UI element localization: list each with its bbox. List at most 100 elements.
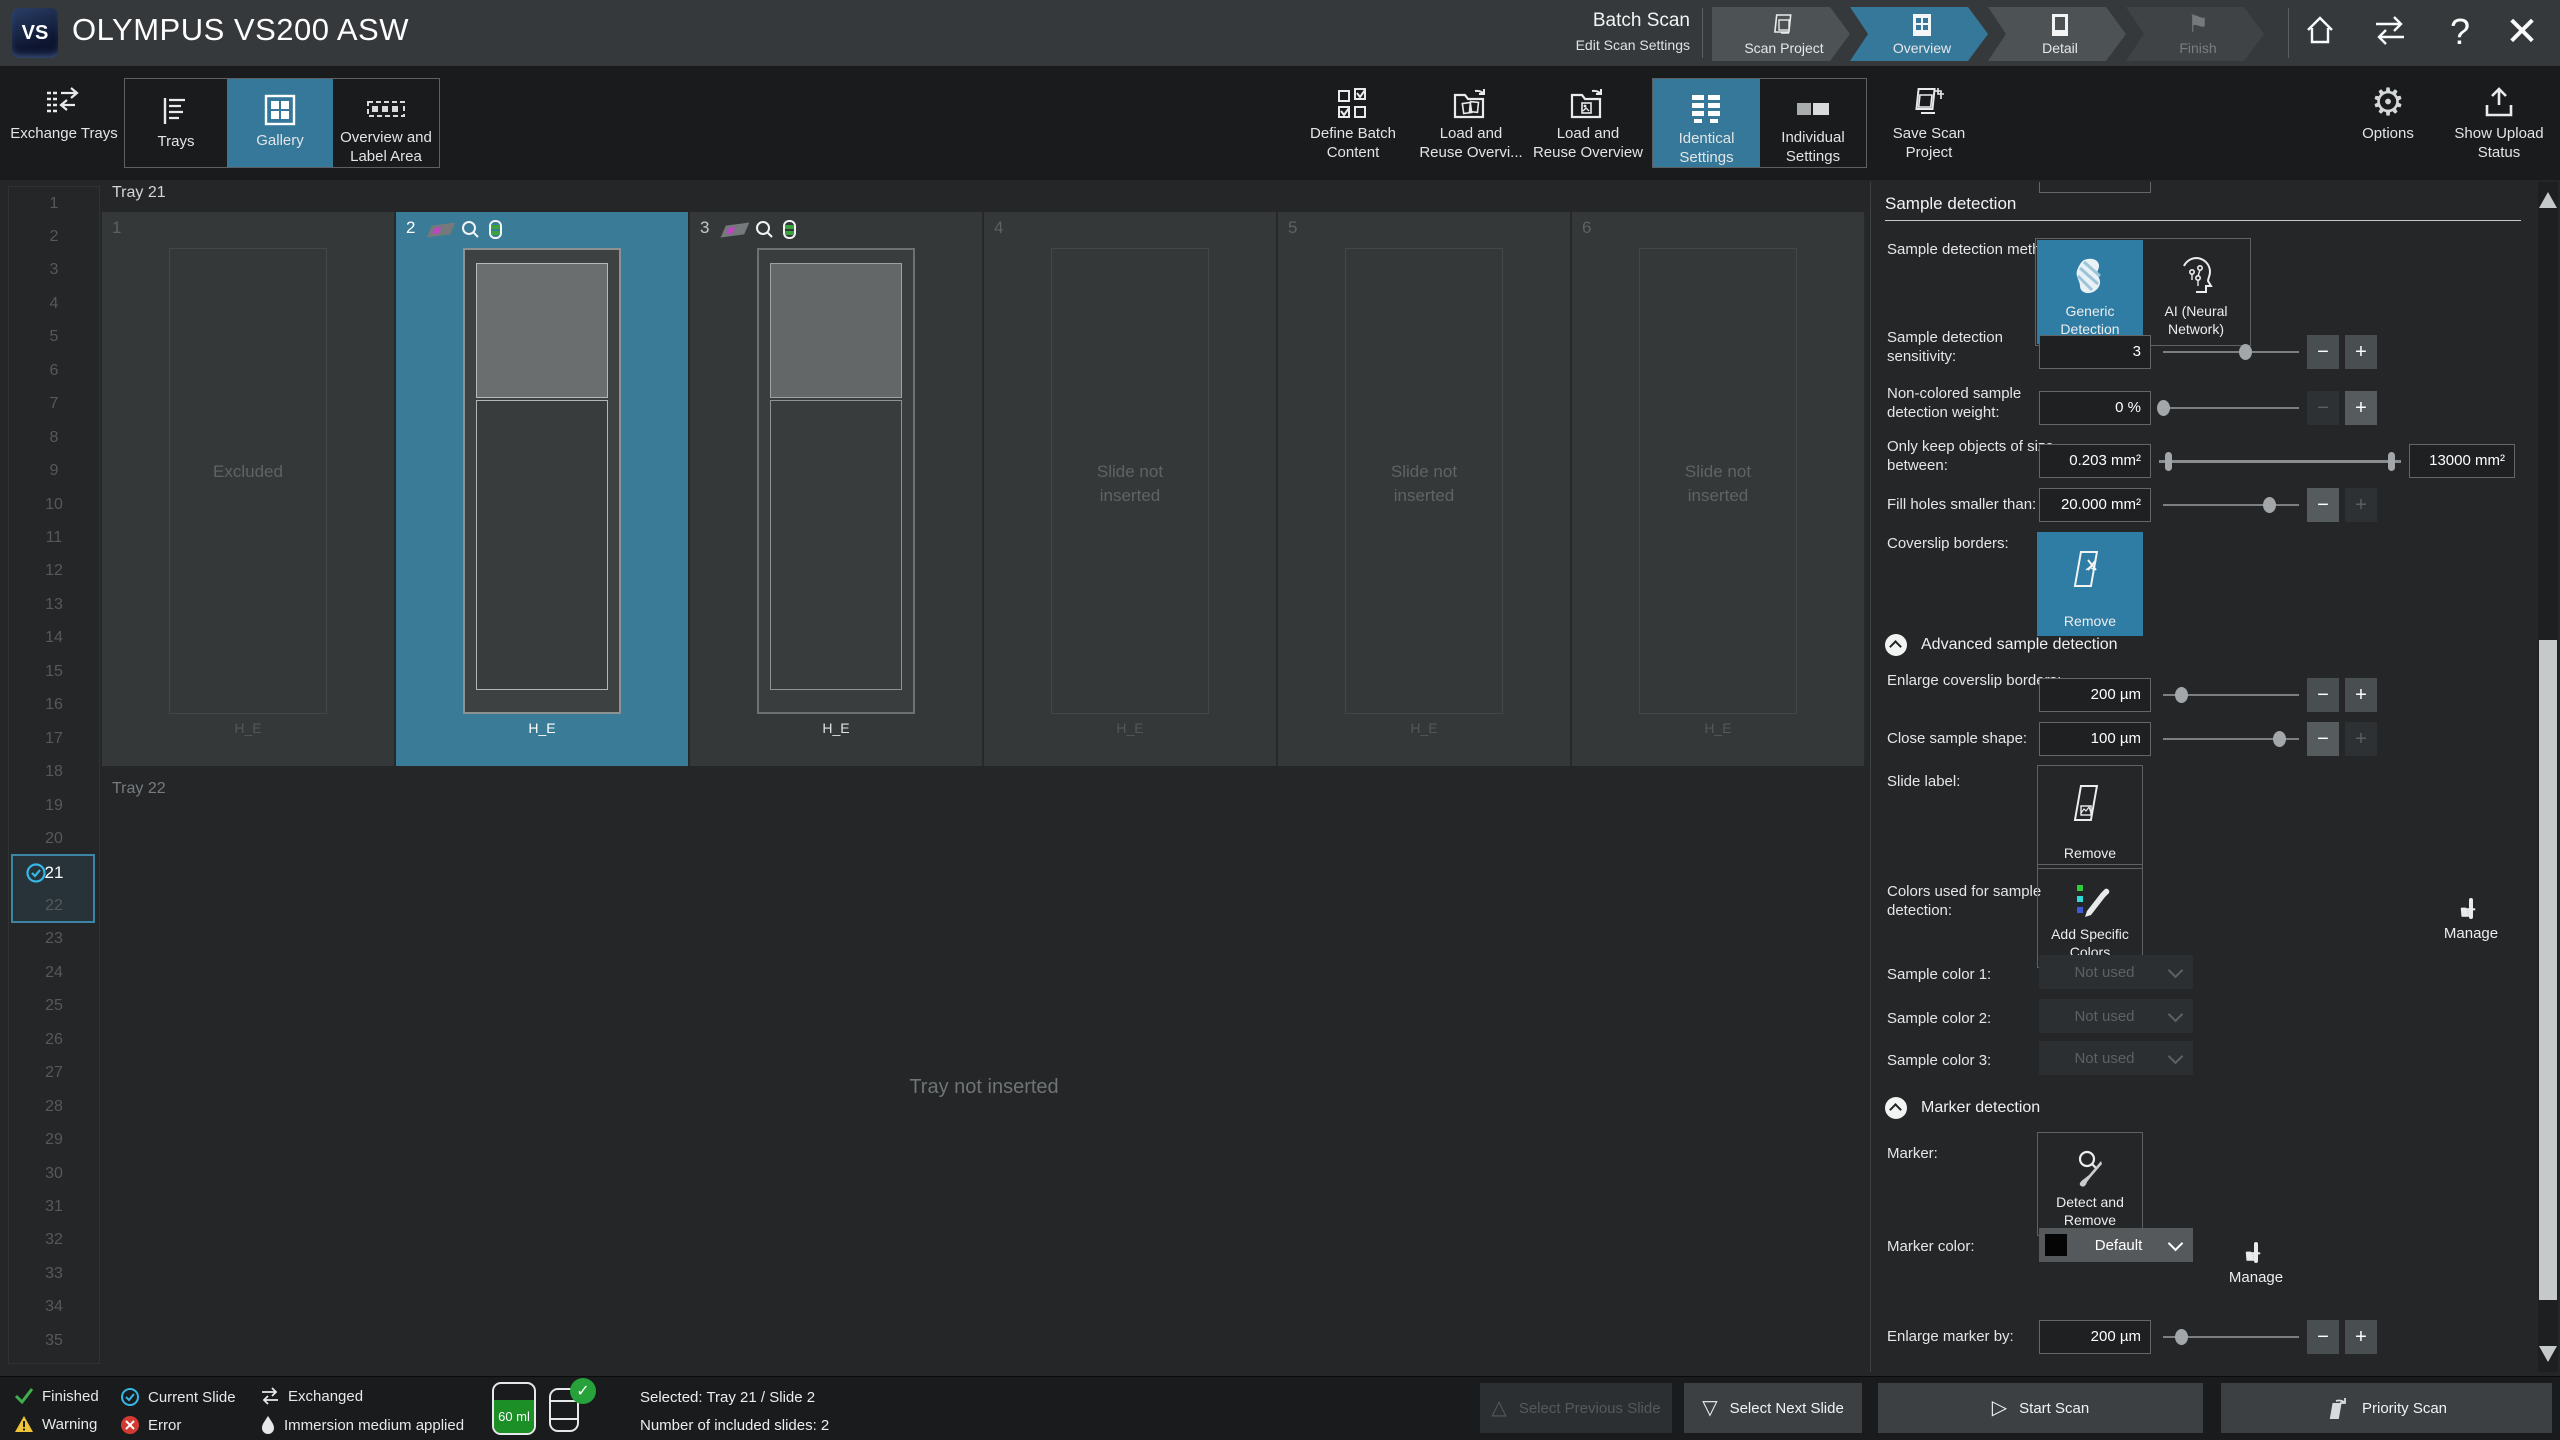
gallery-view-button[interactable]: Gallery — [227, 79, 333, 167]
step-overview[interactable]: Overview — [1850, 7, 1988, 61]
start-scan-button[interactable]: ▷ Start Scan — [1878, 1383, 2203, 1433]
slide-cell-6[interactable]: 6Slide not insertedH_E — [1572, 212, 1866, 766]
slide-cell-3[interactable]: 3H_E — [690, 212, 984, 766]
scroll-up-arrow[interactable] — [2539, 192, 2557, 208]
range-max-handle[interactable] — [2388, 452, 2395, 471]
range-min-handle[interactable] — [2165, 452, 2172, 471]
save-scan-project-button[interactable]: Save Scan Project — [1875, 72, 1983, 172]
sidebar-tray-17[interactable]: 17 — [9, 722, 99, 755]
close-shape-input[interactable]: 100 µm — [2039, 722, 2151, 756]
priority-scan-button[interactable]: Priority Scan — [2221, 1383, 2552, 1433]
select-next-slide-button[interactable]: ▽ Select Next Slide — [1684, 1383, 1862, 1433]
add-specific-colors-button[interactable]: Add Specific Colors — [2037, 864, 2143, 968]
step-scan-project[interactable]: Scan Project — [1712, 7, 1850, 61]
slide-cell-4[interactable]: 4Slide not insertedH_E — [984, 212, 1278, 766]
sidebar-tray-2[interactable]: 2 — [9, 220, 99, 253]
noncolored-plus-button[interactable] — [2345, 391, 2377, 425]
slide-label-remove-button[interactable]: Remove — [2037, 765, 2143, 869]
help-icon[interactable]: ? — [2436, 10, 2484, 54]
sidebar-tray-35[interactable]: 35 — [9, 1324, 99, 1357]
sidebar-tray-14[interactable]: 14 — [9, 622, 99, 655]
sidebar-tray-34[interactable]: 34 — [9, 1291, 99, 1324]
fill-holes-slider[interactable] — [2163, 488, 2299, 522]
sample-color-1-dropdown[interactable]: Not used — [2039, 955, 2193, 989]
sidebar-tray-12[interactable]: 12 — [9, 555, 99, 588]
sidebar-tray-10[interactable]: 10 — [9, 488, 99, 521]
manage-colors-button[interactable]: Manage — [2431, 900, 2511, 942]
sidebar-tray-22[interactable]: 22 — [9, 889, 99, 922]
max-size-input[interactable]: 13000 mm² — [2409, 444, 2515, 478]
size-range-slider[interactable] — [2159, 444, 2401, 478]
options-button[interactable]: ⚙ Options — [2340, 72, 2436, 172]
sidebar-tray-16[interactable]: 16 — [9, 689, 99, 722]
sidebar-tray-7[interactable]: 7 — [9, 388, 99, 421]
marker-section-toggle[interactable]: Marker detection — [1885, 1097, 2040, 1119]
sidebar-tray-8[interactable]: 8 — [9, 421, 99, 454]
sidebar-tray-19[interactable]: 19 — [9, 789, 99, 822]
individual-settings-button[interactable]: Individual Settings — [1760, 80, 1866, 166]
magnifier-icon[interactable] — [461, 220, 480, 239]
sensitivity-input[interactable]: 3 — [2039, 335, 2151, 369]
identical-settings-button[interactable]: Identical Settings — [1653, 79, 1760, 167]
sidebar-tray-31[interactable]: 31 — [9, 1191, 99, 1224]
slider-thumb[interactable] — [2239, 344, 2252, 360]
overview-label-area-button[interactable]: Overview and Label Area — [334, 80, 438, 166]
home-icon[interactable] — [2300, 10, 2348, 50]
sidebar-tray-4[interactable]: 4 — [9, 287, 99, 320]
close-shape-minus-button[interactable] — [2307, 722, 2339, 756]
sidebar-tray-1[interactable]: 1 — [9, 187, 99, 220]
marker-detect-remove-button[interactable]: Detect and Remove — [2037, 1132, 2143, 1236]
slide-cell-5[interactable]: 5Slide not insertedH_E — [1278, 212, 1572, 766]
fill-holes-minus-button[interactable] — [2307, 488, 2339, 522]
sidebar-tray-3[interactable]: 3 — [9, 254, 99, 287]
sidebar-tray-29[interactable]: 29 — [9, 1124, 99, 1157]
noncolored-minus-button[interactable] — [2307, 391, 2339, 425]
magnifier-icon[interactable] — [755, 220, 774, 239]
slider-thumb[interactable] — [2157, 400, 2170, 416]
enlarge-marker-plus-button[interactable] — [2345, 1320, 2377, 1354]
slide-cell-2[interactable]: 2H_E — [396, 212, 690, 766]
close-shape-plus-button[interactable] — [2345, 722, 2377, 756]
sample-color-3-dropdown[interactable]: Not used — [2039, 1041, 2193, 1075]
show-upload-status-button[interactable]: Show Upload Status — [2444, 72, 2554, 172]
exchange-trays-button[interactable]: Exchange Trays — [6, 72, 122, 172]
panel-scrollbar[interactable] — [2538, 182, 2558, 1372]
enlarge-coverslip-minus-button[interactable] — [2307, 678, 2339, 712]
enlarge-coverslip-plus-button[interactable] — [2345, 678, 2377, 712]
slider-thumb[interactable] — [2273, 731, 2286, 747]
scrollbar-thumb[interactable] — [2539, 640, 2557, 1300]
enlarge-marker-slider[interactable] — [2163, 1320, 2299, 1354]
sidebar-tray-18[interactable]: 18 — [9, 756, 99, 789]
sidebar-tray-20[interactable]: 20 — [9, 823, 99, 856]
sidebar-tray-33[interactable]: 33 — [9, 1257, 99, 1290]
sidebar-tray-32[interactable]: 32 — [9, 1224, 99, 1257]
sidebar-tray-24[interactable]: 24 — [9, 956, 99, 989]
sensitivity-slider[interactable] — [2163, 335, 2299, 369]
enlarge-marker-minus-button[interactable] — [2307, 1320, 2339, 1354]
sidebar-tray-30[interactable]: 30 — [9, 1157, 99, 1190]
exchange-icon[interactable] — [2368, 10, 2416, 50]
ai-neural-network-button[interactable]: AI (Neural Network) — [2143, 240, 2249, 344]
step-detail[interactable]: Detail — [1988, 7, 2126, 61]
manage-marker-colors-button[interactable]: Manage — [2216, 1244, 2296, 1286]
close-icon[interactable]: ✕ — [2498, 10, 2546, 54]
sidebar-tray-21[interactable]: 21 — [9, 856, 99, 889]
slider-thumb[interactable] — [2175, 687, 2188, 703]
define-batch-content-button[interactable]: Define Batch Content — [1298, 72, 1408, 172]
sidebar-tray-13[interactable]: 13 — [9, 588, 99, 621]
slider-thumb[interactable] — [2263, 497, 2276, 513]
sidebar-tray-28[interactable]: 28 — [9, 1090, 99, 1123]
slide-cell-1[interactable]: 1ExcludedH_E — [102, 212, 396, 766]
sidebar-tray-25[interactable]: 25 — [9, 990, 99, 1023]
enlarge-coverslip-input[interactable]: 200 µm — [2039, 678, 2151, 712]
fill-holes-plus-button[interactable] — [2345, 488, 2377, 522]
sidebar-tray-11[interactable]: 11 — [9, 522, 99, 555]
trays-view-button[interactable]: Trays — [126, 80, 226, 166]
noncolored-weight-slider[interactable] — [2163, 391, 2299, 425]
sidebar-tray-9[interactable]: 9 — [9, 455, 99, 488]
coverslip-remove-button[interactable]: Remove — [2037, 532, 2143, 636]
advanced-section-toggle[interactable]: Advanced sample detection — [1885, 634, 2118, 656]
scroll-down-arrow[interactable] — [2539, 1346, 2557, 1362]
fill-holes-input[interactable]: 20.000 mm² — [2039, 488, 2151, 522]
sensitivity-minus-button[interactable] — [2307, 335, 2339, 369]
